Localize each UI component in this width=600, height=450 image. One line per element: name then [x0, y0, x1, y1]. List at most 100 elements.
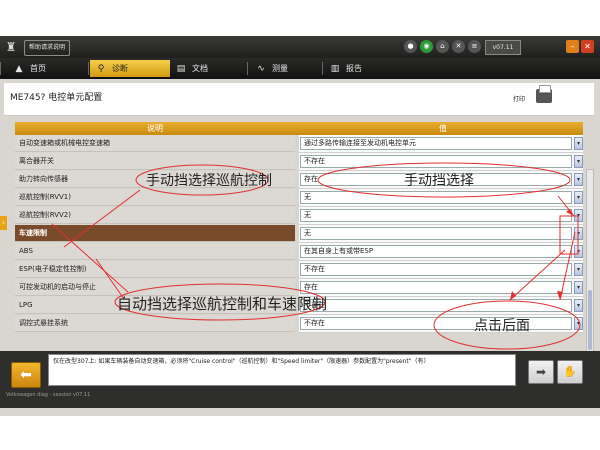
column-description: 说明 — [147, 124, 163, 133]
value-select[interactable]: 不存在 — [300, 317, 572, 330]
settings-icon[interactable]: ≡ — [468, 40, 481, 53]
table-header: 说明 值 — [15, 122, 583, 135]
main-nav: ▲ 首页 ⚲ 诊断 ▤ 文档 ∿ 测量 ▥ 报告 — [0, 58, 600, 79]
bottom-bar: ⬅ 仅在改型307上: 如果车辆装备自动变速箱，必须将"Cruise contr… — [0, 351, 600, 408]
chevron-down-icon[interactable]: ▾ — [574, 191, 583, 204]
info-message: 仅在改型307上: 如果车辆装备自动变速箱，必须将"Cruise control… — [48, 354, 516, 386]
table-row[interactable]: 巡航控制(RVV1) 无 ▾ — [15, 189, 583, 207]
value-select[interactable]: 存在 — [300, 281, 572, 294]
row-value-cell: 存在 ▾ — [299, 279, 583, 297]
page-header: ME745? 电控单元配置 打印 — [4, 83, 594, 116]
tab-measurement-label: 测量 — [272, 64, 288, 73]
report-icon: ▥ — [330, 64, 340, 74]
scrollbar[interactable] — [586, 169, 594, 369]
annotation-manual-cruise: 手动挡选择巡航控制 — [146, 173, 272, 189]
row-value-cell: 无 ▾ — [299, 207, 583, 225]
tab-diagnostic-label: 诊断 — [112, 64, 128, 73]
tab-document[interactable]: ▤ 文档 — [170, 60, 244, 77]
row-value-cell: 无 ▾ — [299, 225, 583, 243]
handshake-icon: ✋ — [563, 365, 577, 378]
row-value-cell: 不存在 ▾ — [299, 315, 583, 333]
chevron-down-icon[interactable]: ▾ — [574, 245, 583, 258]
document-icon: ▤ — [176, 64, 186, 74]
window-buttons: – ✕ — [566, 40, 594, 53]
value-select[interactable]: 不存在 — [300, 299, 572, 312]
next-arrow-icon: ➡ — [535, 365, 547, 379]
value-select[interactable]: 无 — [300, 209, 572, 222]
tools-icon[interactable]: ✕ — [452, 40, 465, 53]
table-row[interactable]: 自动变速箱或机械电控变速箱 通过多路传输连接至发动机电控单元 ▾ — [15, 135, 583, 153]
tab-measurement[interactable]: ∿ 测量 — [250, 60, 324, 77]
tab-report[interactable]: ▥ 报告 — [324, 60, 398, 77]
value-select[interactable]: 不存在 — [300, 155, 572, 168]
tab-home-label: 首页 — [30, 64, 46, 73]
row-label: 巡航控制(RVV1) — [15, 189, 295, 206]
diagnostic-icon: ⚲ — [97, 64, 105, 74]
row-label: ESP(电子稳定性控制) — [15, 261, 295, 278]
chevron-down-icon[interactable]: ▾ — [574, 173, 583, 186]
row-label: 自动变速箱或机械电控变速箱 — [15, 135, 295, 152]
annotation-click-after: 点击后面 — [474, 318, 530, 334]
value-select[interactable]: 不存在 — [300, 263, 572, 276]
home-icon: ▲ — [15, 64, 23, 74]
title-bar: ♜ 帮助请求说明 ● ◉ ⌂ ✕ ≡ v07.11 – ✕ — [0, 36, 600, 58]
row-value-cell: 不存在 ▾ — [299, 297, 583, 315]
record-icon[interactable]: ● — [404, 40, 417, 53]
minimize-button[interactable]: – — [566, 40, 579, 53]
connection-icon[interactable]: ◉ — [420, 40, 433, 53]
chevron-down-icon[interactable]: ▾ — [574, 137, 583, 150]
page-title: ME745? 电控单元配置 — [10, 93, 103, 103]
chevron-down-icon[interactable]: ▾ — [574, 227, 583, 240]
table-row[interactable]: ESP(电子稳定性控制) 不存在 ▾ — [15, 261, 583, 279]
tab-diagnostic[interactable]: ⚲ 诊断 — [90, 60, 170, 77]
row-value-cell: 通过多路传输连接至发动机电控单元 ▾ — [299, 135, 583, 153]
value-select[interactable]: 通过多路传输连接至发动机电控单元 — [300, 137, 572, 150]
row-label: 调控式悬挂系统 — [15, 315, 295, 332]
tab-document-label: 文档 — [192, 64, 208, 73]
chevron-down-icon[interactable]: ▾ — [574, 281, 583, 294]
print-label: 打印 — [513, 96, 526, 103]
lion-logo-icon: ♜ — [5, 40, 17, 54]
app-window: ♜ 帮助请求说明 ● ◉ ⌂ ✕ ≡ v07.11 – ✕ ▲ 首页 ⚲ 诊断 ▤ 文… — [0, 36, 600, 416]
handshake-button[interactable]: ✋ — [557, 360, 583, 384]
chevron-down-icon[interactable]: ▾ — [574, 317, 583, 330]
side-panel-toggle[interactable]: › — [0, 216, 7, 230]
printer-icon[interactable] — [536, 85, 552, 103]
measurement-icon: ∿ — [257, 64, 265, 74]
value-select[interactable]: 在其自身上有或带ESP — [300, 245, 572, 258]
chevron-down-icon[interactable]: ▾ — [574, 209, 583, 222]
back-arrow-icon: ⬅ — [20, 367, 32, 383]
value-select[interactable]: 无 — [300, 191, 572, 204]
table-row[interactable]: 车速限制无 ▾ — [15, 225, 583, 243]
row-label: ABS — [15, 243, 295, 260]
table-row[interactable]: 离合器开关 不存在 ▾ — [15, 153, 583, 171]
table-row[interactable]: 巡航控制(RVV2) 无 ▾ — [15, 207, 583, 225]
tab-report-label: 报告 — [346, 64, 362, 73]
toolbar-icons: ● ◉ ⌂ ✕ ≡ — [404, 40, 481, 53]
row-value-cell: 在其自身上有或带ESP ▾ — [299, 243, 583, 261]
back-button[interactable]: ⬅ — [11, 362, 41, 388]
help-request-tab[interactable]: 帮助请求说明 — [24, 40, 71, 56]
row-value-cell: 不存在 ▾ — [299, 153, 583, 171]
row-value-cell: 无 ▾ — [299, 189, 583, 207]
version-badge: v07.11 — [485, 40, 521, 55]
column-value: 值 — [439, 124, 447, 133]
scrollbar-thumb[interactable] — [588, 290, 592, 350]
value-select[interactable]: 无 — [300, 227, 572, 240]
tab-home[interactable]: ▲ 首页 — [8, 60, 82, 77]
row-label: 离合器开关 — [15, 153, 295, 170]
row-label: 车速限制 — [15, 225, 295, 242]
chevron-down-icon[interactable]: ▾ — [574, 299, 583, 312]
row-label: 巡航控制(RVV2) — [15, 207, 295, 224]
row-value-cell: 不存在 ▾ — [299, 261, 583, 279]
status-line: Volkswagen diag - session v07.11 — [6, 392, 91, 398]
annotation-manual-select: 手动挡选择 — [404, 173, 474, 189]
table-row[interactable]: ABS 在其自身上有或带ESP ▾ — [15, 243, 583, 261]
chevron-down-icon[interactable]: ▾ — [574, 155, 583, 168]
next-button[interactable]: ➡ — [528, 360, 554, 384]
home-status-icon[interactable]: ⌂ — [436, 40, 449, 53]
table-row[interactable]: 助力转向传感器 存在 ▾ — [15, 171, 583, 189]
annotation-auto-cruise-limit: 自动挡选择巡航控制和车速限制 — [117, 295, 328, 313]
chevron-down-icon[interactable]: ▾ — [574, 263, 583, 276]
close-button[interactable]: ✕ — [581, 40, 594, 53]
